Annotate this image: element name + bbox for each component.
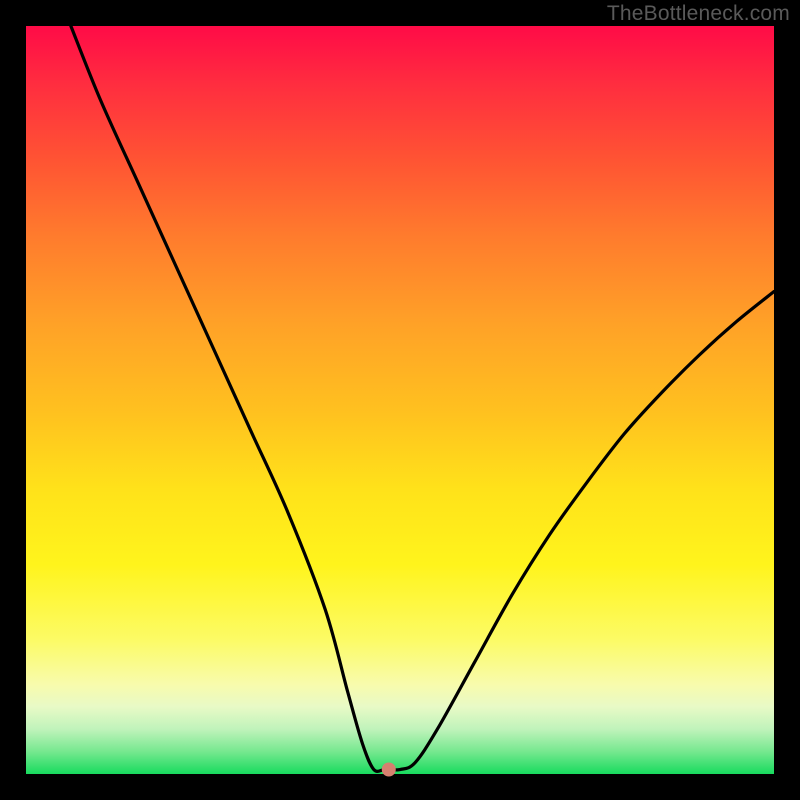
chart-frame: TheBottleneck.com — [0, 0, 800, 800]
plot-area — [26, 26, 774, 774]
optimum-marker — [382, 763, 396, 777]
bottleneck-curve — [71, 26, 774, 771]
curve-layer — [26, 26, 774, 774]
watermark-text: TheBottleneck.com — [607, 2, 790, 26]
